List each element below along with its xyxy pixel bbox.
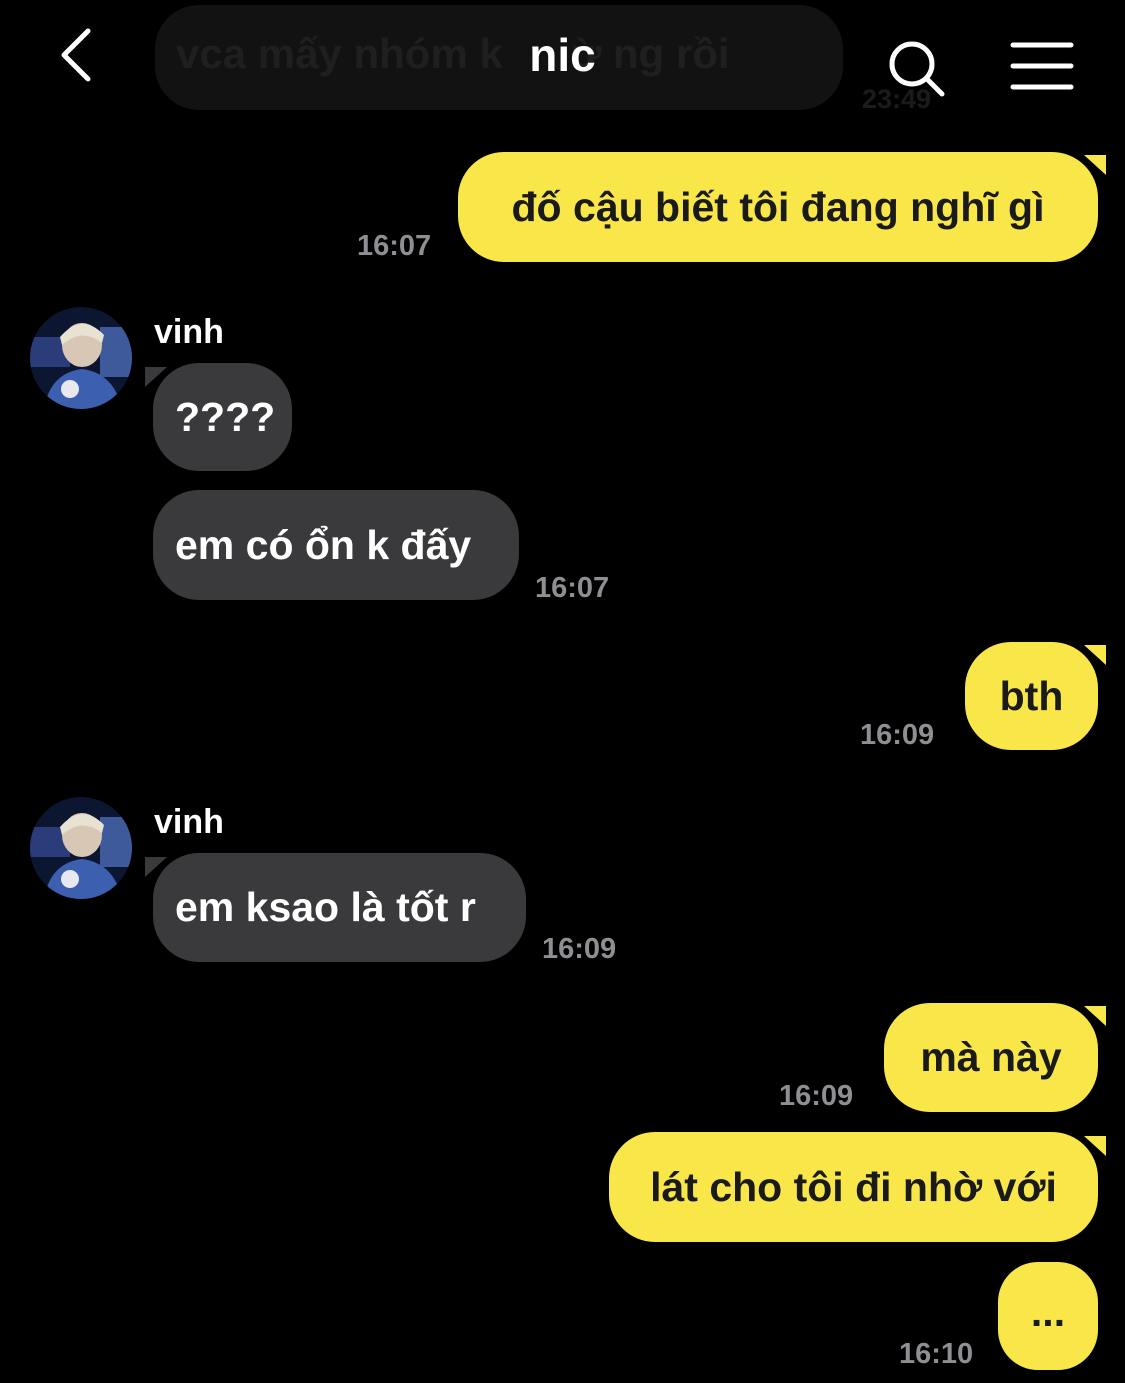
- outgoing-message-bubble[interactable]: đố cậu biết tôi đang nghĩ gì: [458, 152, 1098, 262]
- sender-name: vinh: [154, 313, 224, 351]
- message-text: đố cậu biết tôi đang nghĩ gì: [511, 183, 1045, 230]
- message-text: lát cho tôi đi nhờ với: [650, 1163, 1057, 1210]
- message-text: ...: [1030, 1288, 1066, 1335]
- menu-button[interactable]: [1010, 40, 1074, 92]
- contact-avatar[interactable]: [30, 797, 132, 899]
- message-text: bth: [999, 672, 1064, 719]
- contact-avatar[interactable]: [30, 307, 132, 409]
- message-time: 16:07: [535, 572, 610, 604]
- message-text: em ksao là tốt r: [175, 884, 476, 930]
- incoming-message-bubble[interactable]: em ksao là tốt r: [153, 853, 526, 962]
- search-icon: [889, 41, 945, 97]
- outgoing-message-bubble[interactable]: lát cho tôi đi nhờ với: [609, 1132, 1098, 1242]
- search-button[interactable]: [886, 38, 948, 100]
- message-time: 16:09: [542, 933, 617, 965]
- outgoing-message-bubble[interactable]: mà này: [884, 1003, 1098, 1112]
- incoming-message-bubble[interactable]: em có ổn k đấy: [153, 490, 519, 600]
- incoming-message-bubble[interactable]: ????: [153, 363, 292, 471]
- message-time: 16:09: [779, 1080, 854, 1112]
- sender-name: vinh: [154, 803, 224, 841]
- chat-title: nic: [529, 29, 596, 81]
- avatar-photo: [30, 797, 132, 899]
- hamburger-menu-icon: [1010, 42, 1074, 90]
- message-time: 16:10: [899, 1338, 974, 1370]
- message-text: ????: [175, 393, 276, 440]
- avatar-photo: [30, 307, 132, 409]
- message-time: 16:07: [357, 230, 432, 262]
- outgoing-message-bubble[interactable]: bth: [965, 642, 1098, 750]
- message-text: em có ổn k đấy: [175, 521, 472, 568]
- message-text: mà này: [920, 1034, 1062, 1080]
- outgoing-message-bubble[interactable]: ...: [998, 1262, 1098, 1370]
- message-time: 16:09: [860, 719, 935, 751]
